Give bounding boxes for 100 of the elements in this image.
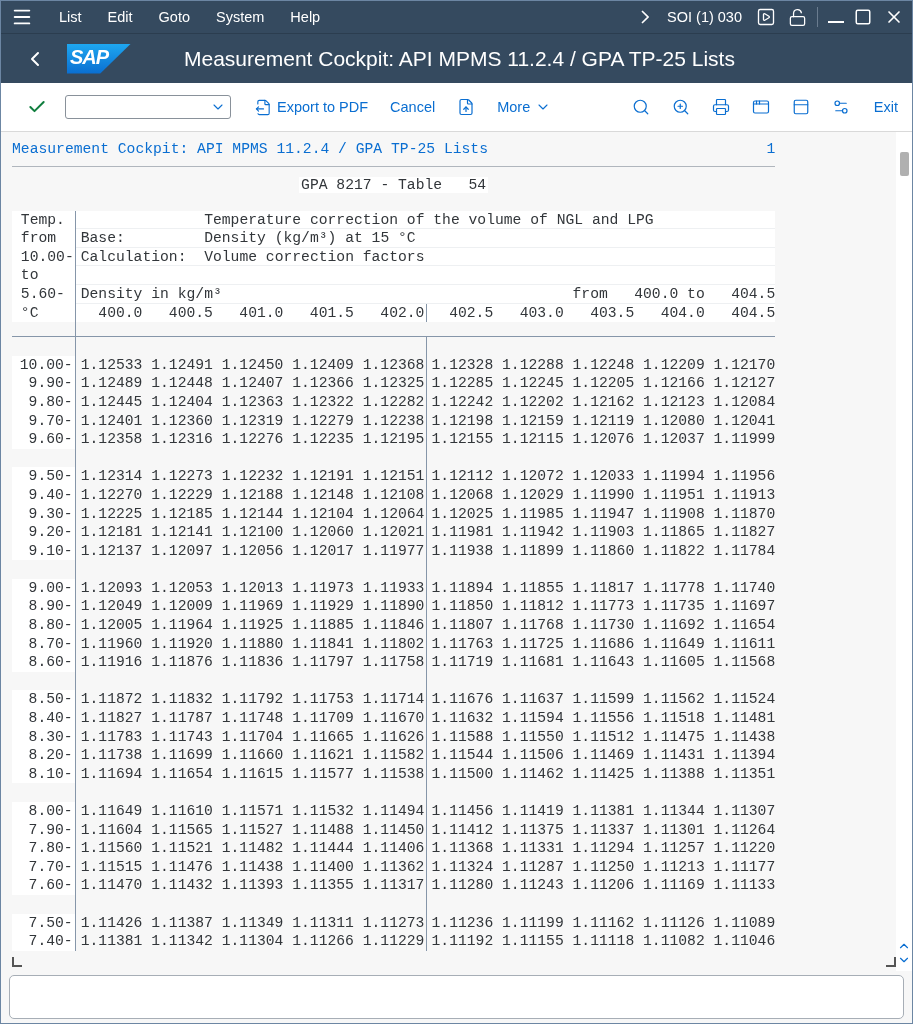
unlock-icon [788, 7, 807, 27]
table-cell: 1.11287 [502, 857, 564, 877]
table-cell: 1.11735 [643, 597, 705, 617]
settings-icon [831, 98, 850, 116]
table-cell: 1.11812 [502, 597, 564, 617]
export-button[interactable]: Export to PDF [255, 98, 369, 116]
table-cell: 1.11588 [431, 727, 494, 747]
table-cell: 1.11876 [151, 653, 213, 672]
temperature-label: 9.60- [12, 430, 76, 449]
table-cell: 1.12100 [221, 523, 284, 542]
table-cell: 1.12445 [80, 392, 143, 412]
window-icon [751, 98, 770, 116]
scrollbar-thumb[interactable] [899, 152, 909, 176]
page-number: 1 [766, 140, 776, 159]
table-cell: 1.11981 [431, 523, 494, 542]
table-cell: 1.11412 [431, 820, 494, 840]
table-cell: 1.12319 [221, 411, 284, 431]
table-cell: 1.12151 [362, 467, 425, 486]
table-cell: 1.11475 [643, 727, 705, 747]
table-cell: 1.12064 [362, 504, 425, 524]
print-button[interactable] [711, 98, 730, 116]
menu-item[interactable]: Edit [107, 9, 133, 25]
table-cell: 1.11913 [713, 485, 776, 505]
table-cell: 1.11565 [151, 820, 213, 840]
logo: SAP [67, 43, 131, 74]
table-cell: 1.11865 [643, 523, 705, 542]
table-cell: 1.11213 [643, 857, 705, 877]
command-field[interactable] [65, 95, 231, 119]
settings-button[interactable] [831, 98, 850, 116]
table-cell: 1.11654 [713, 616, 776, 635]
temperature-label: 8.50- [12, 690, 76, 710]
menu-item[interactable]: Goto [158, 9, 190, 25]
table-cell: 1.11778 [643, 578, 705, 598]
table-cell: 1.11654 [151, 764, 213, 784]
table-cell: 1.12119 [572, 411, 635, 431]
table-cell: 1.11388 [643, 764, 705, 784]
table-cell-text: 400.5 [167, 303, 213, 323]
table-cell: 1.11621 [292, 746, 354, 765]
table-cell: 1.11660 [221, 746, 284, 765]
table-cell: 1.11999 [713, 430, 776, 449]
more-button[interactable]: More [497, 99, 552, 115]
table-cell: 1.11649 [80, 802, 143, 821]
table-cell: 1.12368 [362, 355, 425, 375]
zoom-in-button[interactable] [671, 98, 690, 116]
table-cell: 1.12137 [80, 541, 143, 561]
table-cell: 1.12053 [151, 578, 213, 598]
table-cell: 1.12448 [151, 374, 213, 393]
table-cell: 1.11604 [80, 820, 143, 840]
menu-item[interactable]: Help [290, 9, 321, 25]
search-button[interactable] [631, 98, 650, 116]
table-cell: 1.11860 [572, 541, 635, 561]
table-cell: 1.11368 [431, 839, 494, 858]
table-cell: 1.12068 [431, 485, 494, 505]
table-cell: 1.11714 [362, 690, 425, 710]
table-cell: 1.11994 [643, 467, 705, 486]
table-cell: 1.11476 [151, 857, 213, 877]
table-cell: 1.11426 [80, 913, 143, 933]
table-cell: 1.11387 [151, 913, 213, 933]
table-cell: 1.11294 [572, 839, 635, 858]
table-cell: 1.12185 [151, 504, 213, 524]
table-cell: 1.11787 [151, 709, 213, 728]
list-heading: Measurement Cockpit: API MPMS 11.2.4 / GPA TP-25 Lists [12, 140, 488, 159]
upload-button[interactable] [457, 98, 476, 116]
panel-button[interactable] [791, 98, 810, 116]
exit-button[interactable]: Exit [873, 99, 898, 115]
table-cell: 1.12155 [431, 430, 494, 449]
table-cell: 1.11562 [643, 690, 705, 710]
table-cell: 1.11611 [713, 634, 776, 654]
menu-item[interactable]: List [59, 9, 82, 25]
table-cell: 1.11317 [362, 876, 425, 895]
table-cell: 1.11719 [431, 653, 494, 672]
table-cell: 1.12009 [151, 597, 213, 617]
table-cell: 1.12248 [572, 355, 635, 375]
table-cell: 1.12097 [151, 541, 213, 561]
table-cell: 1.11344 [643, 802, 705, 821]
table-cell: 1.12195 [362, 430, 425, 449]
table-cell: 1.11169 [643, 876, 705, 895]
table-cell: 1.12041 [713, 411, 776, 431]
minimize-icon [828, 21, 844, 23]
table-cell: 1.12021 [362, 523, 425, 542]
table-cell: 1.11694 [80, 764, 143, 784]
table-cell-text: 403.0 [518, 303, 564, 323]
table-cell: 1.11280 [431, 876, 494, 895]
table-cell: 1.12358 [80, 430, 143, 449]
table-cell: 1.12076 [572, 430, 635, 449]
table-cell: 1.11301 [643, 820, 705, 840]
table-cell: 1.11740 [713, 578, 776, 598]
cancel-button[interactable]: Cancel [390, 99, 436, 115]
table-cell: 1.11304 [221, 932, 284, 951]
window-button[interactable] [751, 98, 770, 116]
table-cell: 1.12049 [80, 597, 143, 617]
density-range: from 400.0 to 404.5 [572, 284, 776, 303]
table-cell: 1.11951 [643, 485, 705, 505]
menu-item[interactable]: System [216, 9, 265, 25]
table-cell: 1.11730 [572, 616, 635, 635]
table-cell: 1.11532 [292, 802, 354, 821]
table-cell: 1.12404 [151, 392, 213, 412]
corner-mark [12, 957, 22, 967]
field-label: Calculation: [80, 247, 188, 266]
table-cell: 1.11199 [502, 913, 564, 933]
